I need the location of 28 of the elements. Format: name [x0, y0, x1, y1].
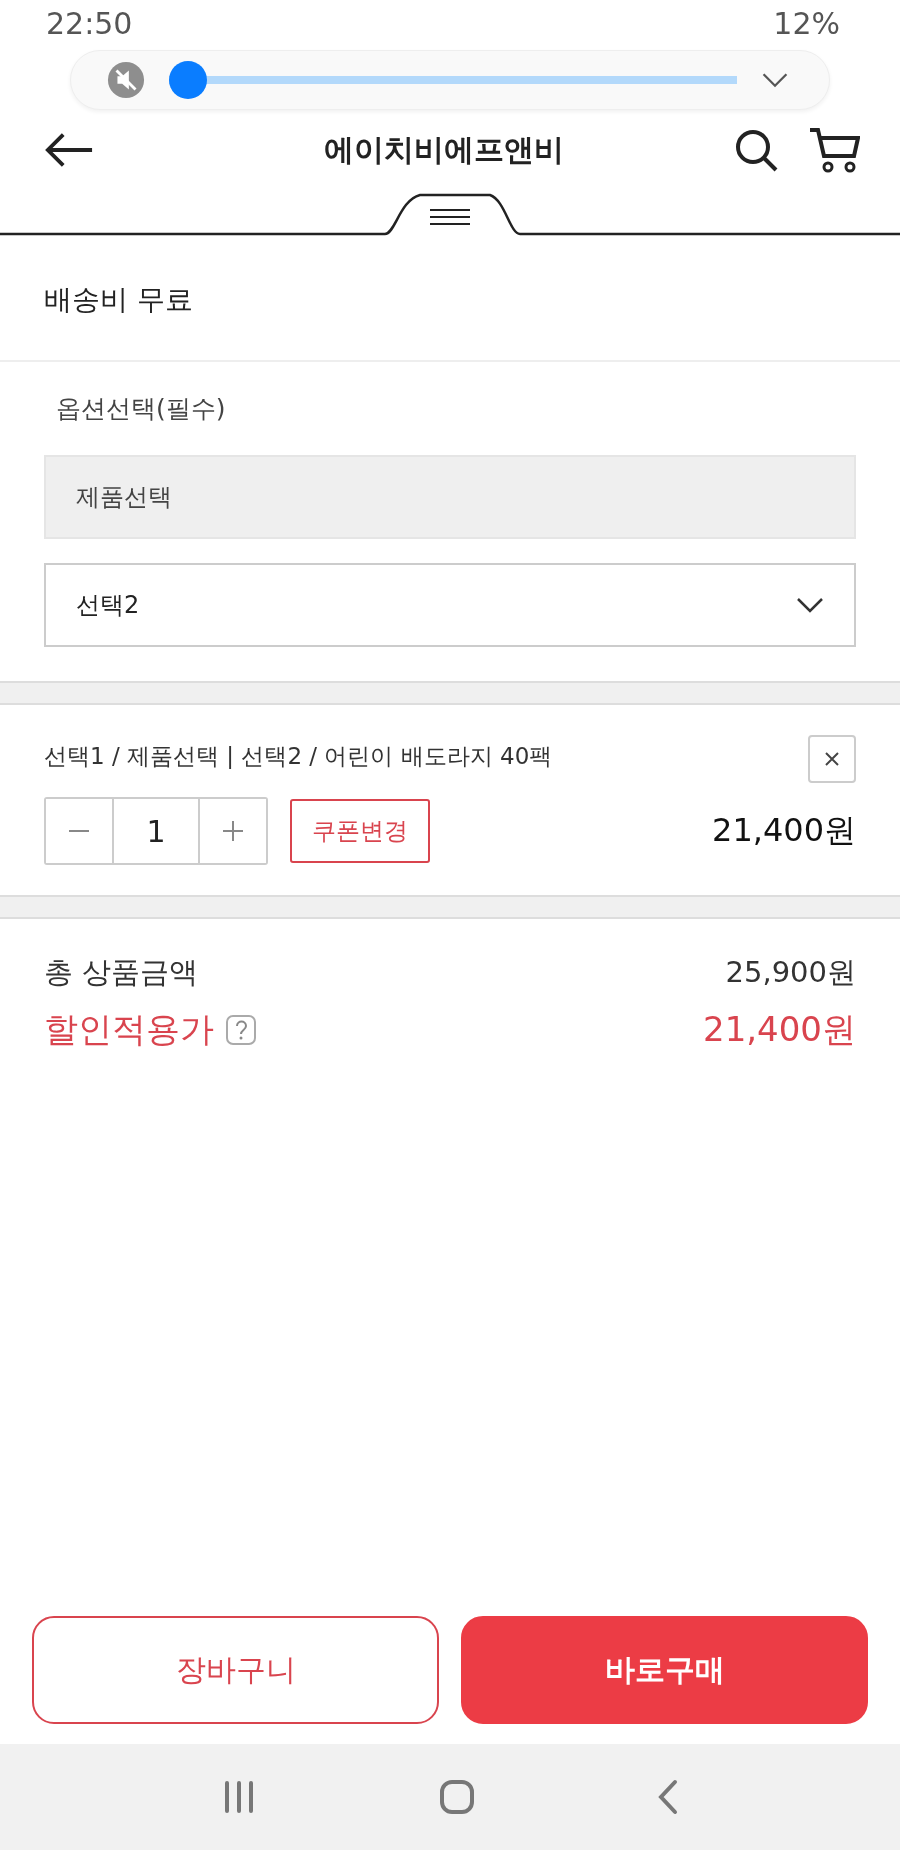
total-value: 25,900원	[725, 954, 856, 991]
item-name: 선택1 / 제품선택 | 선택2 / 어린이 배도라지 40팩	[44, 742, 553, 771]
shipping-text: 배송비 무료	[44, 282, 193, 318]
battery-level: 12%	[773, 6, 840, 41]
item-price: 21,400원	[712, 810, 856, 851]
close-button[interactable]	[808, 735, 856, 783]
close-icon	[824, 751, 840, 767]
mute-icon[interactable]	[107, 61, 145, 99]
option-label: 옵션선택(필수)	[55, 393, 227, 425]
coupon-button[interactable]: 쿠폰변경	[290, 799, 430, 863]
chevron-down-icon	[796, 597, 824, 613]
search-icon[interactable]	[734, 128, 778, 172]
chevron-down-icon[interactable]	[761, 72, 789, 88]
home-icon[interactable]	[439, 1779, 475, 1815]
page-title: 에이치비에프앤비	[323, 130, 565, 169]
plus-icon	[223, 821, 243, 841]
total-label: 총 상품금액	[44, 954, 199, 991]
buy-now-button[interactable]: 바로구매	[461, 1616, 868, 1724]
discount-value: 21,400원	[703, 1008, 856, 1051]
volume-thumb[interactable]	[169, 61, 207, 99]
discount-label: 할인적용가	[44, 1008, 214, 1051]
cart-button[interactable]: 장바구니	[32, 1616, 439, 1724]
option-select[interactable]: 선택2	[44, 563, 856, 647]
back-icon[interactable]	[658, 1779, 679, 1815]
help-icon[interactable]	[226, 1015, 256, 1045]
cart-icon[interactable]	[808, 126, 860, 174]
status-time: 22:50	[46, 6, 133, 41]
minus-icon	[69, 829, 89, 833]
